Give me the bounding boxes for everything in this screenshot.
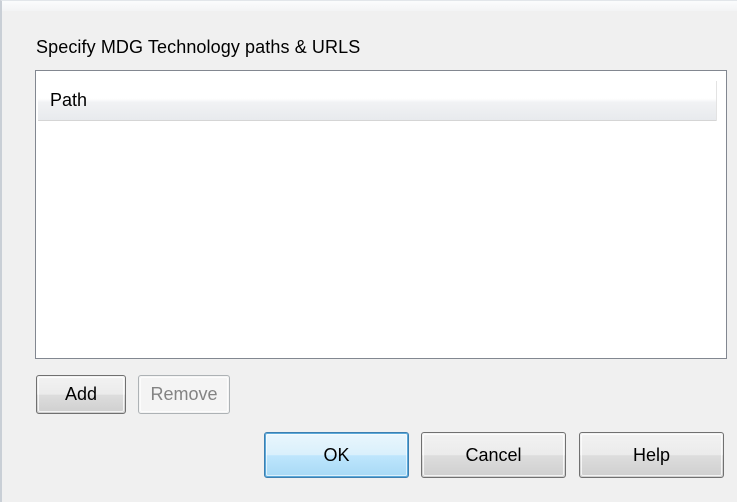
- help-button[interactable]: Help: [579, 432, 724, 478]
- paths-group-label: Specify MDG Technology paths & URLS: [36, 37, 361, 57]
- cancel-button[interactable]: Cancel: [421, 432, 566, 478]
- remove-button-label: Remove: [150, 384, 218, 404]
- column-header-path-label: Path: [50, 90, 88, 110]
- column-header-path[interactable]: Path: [38, 81, 718, 121]
- help-button-label: Help: [632, 445, 671, 465]
- mdg-technologies-dialog: Specify MDG Technology paths & URLS Path…: [0, 0, 737, 502]
- add-button-label: Add: [64, 384, 98, 404]
- list-header: Path: [36, 71, 726, 121]
- ok-button-label: OK: [323, 445, 350, 465]
- column-header-filler: [716, 81, 725, 121]
- remove-button[interactable]: Remove: [138, 375, 230, 414]
- ok-button[interactable]: OK: [264, 432, 409, 478]
- cancel-button-label: Cancel: [465, 445, 522, 465]
- paths-list[interactable]: Path: [35, 70, 727, 359]
- window-top-edge: [2, 1, 737, 11]
- add-button[interactable]: Add: [36, 375, 126, 414]
